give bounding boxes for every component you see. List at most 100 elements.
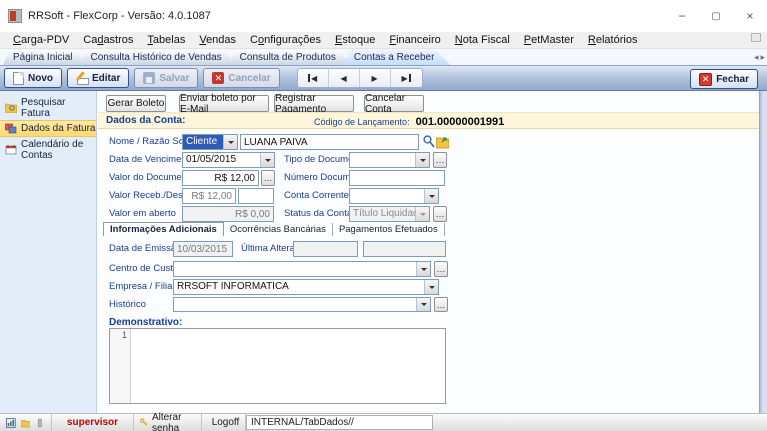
dropdown-arrow-icon[interactable] — [260, 153, 274, 167]
menu-relatorios[interactable]: Relatórios — [581, 33, 645, 47]
demonstrativo-label: Demonstrativo: — [109, 317, 182, 328]
tab-consulta-produtos[interactable]: Consulta de Produtos — [230, 50, 352, 65]
menu-overflow-icon[interactable] — [751, 33, 761, 42]
logoff-label: Logoff — [212, 417, 240, 428]
demonstrativo-text[interactable] — [131, 329, 445, 403]
menu-vendas[interactable]: Vendas — [192, 33, 243, 47]
sidebar-item-dados-da-fatura[interactable]: Dados da Fatura — [0, 120, 96, 137]
gerar-boleto-button[interactable]: Gerar Boleto — [106, 95, 166, 112]
alteracao-usuario-input[interactable] — [363, 241, 446, 257]
editar-button[interactable]: Editar — [67, 68, 129, 88]
menu-carga-pdv[interactable]: Carga-PDV — [6, 33, 76, 47]
historico-ellipsis-button[interactable]: … — [434, 297, 448, 312]
first-record-button[interactable]: ◀ — [298, 69, 329, 87]
dropdown-arrow-icon[interactable] — [424, 189, 438, 203]
statusbar-icons — [0, 414, 52, 431]
menu-financeiro[interactable]: Financeiro — [382, 33, 447, 47]
open-folder-icon[interactable] — [436, 134, 449, 149]
tipo-documento-ellipsis-button[interactable]: … — [433, 152, 447, 168]
tab-scroll-right-icon[interactable]: ▸ — [760, 52, 765, 63]
valor-documento-input[interactable] — [182, 170, 259, 186]
tab-consulta-historico-vendas[interactable]: Consulta Histórico de Vendas — [80, 50, 237, 65]
enviar-boleto-email-button[interactable]: Enviar boleto por E-Mail — [179, 95, 269, 112]
centro-custo-label: Centro de Custo — [109, 261, 178, 277]
menu-nota-fiscal[interactable]: Nota Fiscal — [448, 33, 517, 47]
previous-record-button[interactable]: ◀ — [329, 69, 360, 87]
current-user: supervisor — [52, 414, 134, 431]
historico-label: Histórico — [109, 297, 146, 313]
historico-combo[interactable] — [173, 297, 431, 312]
cancelar-conta-button[interactable]: Cancelar Conta — [364, 95, 424, 112]
close-icon[interactable]: × — [733, 0, 767, 32]
novo-button[interactable]: Novo — [4, 68, 62, 88]
vertical-scrollbar[interactable] — [759, 91, 767, 413]
fechar-label: Fechar — [716, 74, 749, 85]
calendar-icon — [5, 144, 17, 155]
centro-custo-combo[interactable] — [173, 261, 431, 277]
statusbar: supervisor Alterar senha Logoff INTERNAL… — [0, 413, 767, 431]
dropdown-arrow-icon[interactable] — [415, 207, 429, 221]
empresa-combo[interactable]: RRSOFT INFORMATICA — [173, 279, 439, 295]
sidebar-item-calendario-de-contas[interactable]: Calendário de Contas — [0, 141, 96, 158]
receb-extra-input[interactable] — [238, 188, 274, 204]
status-conta-ellipsis-button[interactable]: … — [433, 206, 447, 222]
tab-scroll-left-icon[interactable]: ◂ — [754, 52, 759, 63]
centro-custo-ellipsis-button[interactable]: … — [434, 261, 448, 277]
conta-corrente-combo[interactable] — [349, 188, 439, 204]
menu-tabelas[interactable]: Tabelas — [140, 33, 192, 47]
dropdown-arrow-icon[interactable] — [416, 298, 430, 311]
last-record-icon — [409, 74, 411, 82]
historico-value — [174, 298, 416, 311]
menu-petmaster[interactable]: PetMaster — [517, 33, 581, 47]
emissao-input[interactable] — [173, 241, 233, 257]
titlebar: RRSoft - FlexCorp - Versão: 4.0.1087 − ▢… — [0, 0, 767, 32]
sidebar-item-pesquisar-fatura[interactable]: Pesquisar Fatura — [0, 99, 96, 116]
menu-cadastros[interactable]: Cadastros — [76, 33, 140, 47]
numero-documento-input[interactable] — [349, 170, 445, 186]
main-area: Pesquisar Fatura Dados da Fatura Calendá… — [0, 91, 767, 414]
search-icon[interactable] — [422, 134, 435, 149]
tab-informacoes-adicionais[interactable]: Informações Adicionais — [103, 222, 224, 236]
registrar-pagamento-button[interactable]: Registrar Pagamento — [274, 95, 354, 112]
cancelar-button[interactable]: ✕ Cancelar — [203, 68, 279, 88]
menubar: Carga-PDV Cadastros Tabelas Vendas Confi… — [0, 32, 767, 49]
tab-pagamentos-efetuados[interactable]: Pagamentos Efetuados — [333, 223, 445, 236]
alteracao-data-input[interactable] — [293, 241, 358, 257]
dados-da-conta-header: Dados da Conta: Código de Lançamento: 00… — [98, 112, 759, 129]
valor-documento-ellipsis-button[interactable]: … — [261, 170, 275, 186]
demonstrativo-editor[interactable]: 1 — [109, 328, 446, 404]
tab-contas-a-receber[interactable]: Contas a Receber — [344, 50, 451, 65]
menu-estoque[interactable]: Estoque — [328, 33, 382, 47]
alterar-senha-button[interactable]: Alterar senha — [134, 414, 202, 431]
nome-tipo-combo[interactable]: Cliente — [182, 134, 238, 150]
vencimento-combo[interactable]: 01/05/2015 — [182, 152, 275, 168]
last-record-button[interactable]: ▶ — [391, 69, 422, 87]
status-conta-combo[interactable]: Título Liquidado — [349, 206, 430, 222]
close-red-icon: ✕ — [699, 73, 712, 86]
previous-record-icon: ◀ — [341, 74, 347, 83]
logoff-button[interactable]: Logoff — [202, 414, 246, 431]
salvar-button[interactable]: Salvar — [134, 68, 198, 88]
device-status-icon — [35, 417, 45, 429]
dropdown-arrow-icon[interactable] — [415, 153, 429, 167]
tab-pagina-inicial[interactable]: Página Inicial — [3, 50, 88, 65]
fechar-button[interactable]: ✕ Fechar — [690, 69, 758, 89]
new-document-icon — [13, 72, 24, 85]
nome-input[interactable] — [240, 134, 419, 150]
dropdown-arrow-icon[interactable] — [424, 280, 438, 294]
dropdown-arrow-icon[interactable] — [416, 262, 430, 276]
next-record-button[interactable]: ▶ — [360, 69, 391, 87]
receb-input[interactable] — [182, 188, 236, 204]
maximize-icon[interactable]: ▢ — [699, 0, 733, 32]
minimize-icon[interactable]: − — [665, 0, 699, 32]
next-record-icon: ▶ — [372, 74, 378, 83]
dropdown-arrow-icon[interactable] — [223, 135, 237, 149]
valor-aberto-input[interactable] — [182, 206, 274, 222]
menu-configuracoes[interactable]: Configurações — [243, 33, 328, 47]
tipo-documento-combo[interactable] — [349, 152, 430, 168]
valor-aberto-label: Valor em aberto — [109, 206, 176, 222]
conta-corrente-label: Conta Corrente — [284, 188, 349, 204]
invoice-cards-icon — [5, 123, 17, 134]
tab-ocorrencias-bancarias[interactable]: Ocorrências Bancárias — [224, 223, 333, 236]
conta-corrente-value — [350, 189, 424, 203]
